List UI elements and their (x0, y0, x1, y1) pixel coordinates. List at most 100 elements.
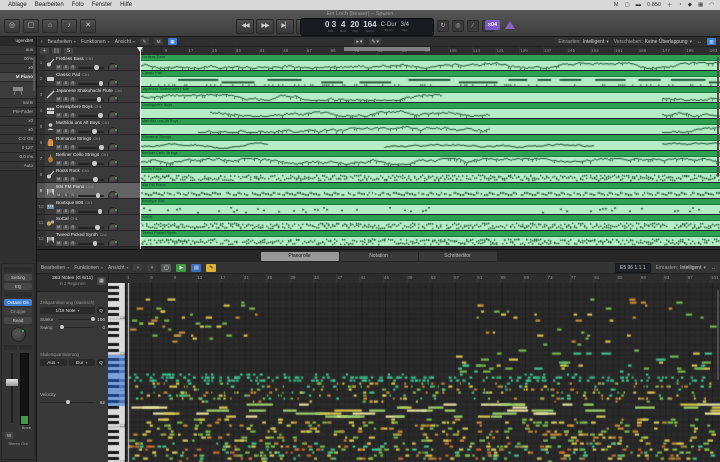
record-enable-button[interactable]: R (70, 81, 76, 86)
midi-region-berliner-cello-strings[interactable]: Berliner Cello Strings (140, 151, 720, 166)
lcd-field-tempo-3[interactable]: 164 Tempo (363, 21, 376, 33)
split-icon[interactable]: × (147, 264, 157, 271)
track-header-socal[interactable]: 11 SoCal Ch1 M S R (37, 215, 140, 231)
io-slots[interactable] (4, 345, 32, 350)
stop-button[interactable]: ▶▏ (276, 19, 294, 34)
channel-input-slot[interactable] (4, 267, 32, 272)
automation-mode-button[interactable]: Read (4, 317, 32, 324)
play-from-selection-icon[interactable]: ▶ (176, 263, 187, 272)
volume-slider[interactable] (78, 193, 104, 198)
menu-bearbeiten[interactable]: Bearbeiten (35, 2, 64, 8)
midi-icon[interactable]: M (154, 38, 164, 45)
track-header-japanese-shakuhachi-flute[interactable]: 3 Japanese Shakuhachi Flute Ch1 M S R (37, 87, 140, 103)
pan-knob[interactable] (107, 174, 118, 182)
solo-button[interactable]: S (63, 225, 69, 230)
arrange-menu-bearbeiten[interactable]: Bearbeiten ▾ (48, 39, 76, 45)
volume-slider[interactable] (78, 113, 104, 118)
status-item-m[interactable]: M (614, 2, 619, 8)
midi-region-fretless-bass[interactable]: Fretless Bass (140, 55, 720, 70)
solo-button[interactable]: S (63, 177, 69, 182)
editor-menu-funktionen[interactable]: Funktionen ▾ (74, 265, 103, 271)
scale-mode-select[interactable]: Aus ▾ (40, 359, 67, 366)
region-param-1[interactable]: 00% (0, 55, 36, 64)
track-param-6[interactable]: 0,0 ms (0, 153, 36, 162)
control-icon-0[interactable]: ◎ (4, 19, 20, 33)
mute-button[interactable]: M (5, 432, 13, 439)
mute-button[interactable]: M (56, 209, 62, 214)
status-item-[interactable]: ◆ (688, 2, 692, 8)
region-lanes[interactable]: Fretless Bass Classic Pad Japanese Shakuha… (140, 55, 720, 249)
record-enable-button[interactable]: R (70, 209, 76, 214)
track-param-0[interactable]: nal B (0, 99, 36, 108)
record-enable-button[interactable]: R (70, 177, 76, 182)
quantize-apply-button[interactable]: Q (97, 307, 105, 314)
snap-select[interactable]: Einrasten: Intelligent ▾ (558, 39, 608, 45)
status-item-[interactable]: ◠ (709, 2, 714, 8)
region-param-0[interactable]: aus (0, 46, 36, 55)
midi-region-80s-fm-piano[interactable]: 80s FM Piano (140, 183, 720, 198)
zoom-toggle-button[interactable]: ▥ (707, 38, 716, 45)
status-item-[interactable]: ◔ (678, 2, 681, 8)
swap-icon[interactable]: ↔ (697, 39, 702, 45)
midi-region-tweed-picked-synth[interactable]: Tweed Picked Synth (140, 231, 720, 246)
record-enable-button[interactable]: R (70, 241, 76, 246)
tab-notation[interactable]: Notation (339, 251, 418, 261)
solo-button[interactable]: S (63, 209, 69, 214)
cycle-icon[interactable]: ↻ (437, 20, 449, 32)
lcd-field-takt-0[interactable]: 0 3 Takt (325, 21, 336, 33)
record-enable-button[interactable]: R (70, 113, 76, 118)
menu-hilfe[interactable]: Hilfe (120, 2, 132, 8)
solo-button[interactable]: S (63, 241, 69, 246)
status-item-[interactable]: ▬ (636, 2, 642, 8)
solo-button[interactable]: S (63, 161, 69, 166)
mute-button[interactable]: M (56, 97, 62, 102)
track-param-1[interactable]: Pre-Fader (0, 108, 36, 117)
menu-foto[interactable]: Foto (72, 2, 84, 8)
metronome-icon[interactable]: ◎ (452, 20, 464, 32)
pan-knob[interactable] (107, 206, 118, 214)
cycle-band[interactable] (344, 47, 431, 51)
duplicate-track-button[interactable]: ▯▯ (52, 48, 61, 54)
midi-region-boutique-808[interactable]: Boutique 808 (140, 199, 720, 214)
track-lane-boutique-808[interactable]: Boutique 808 (140, 199, 720, 215)
record-enable-button[interactable]: R (70, 161, 76, 166)
crosshair-icon[interactable]: + (133, 264, 143, 271)
drag-mode-select[interactable]: Verschieben: Keine Überlappung ▾ (614, 39, 692, 45)
midi-region-mathilda-uns-alt-boys[interactable]: Mathilda uns Alt Boys (140, 119, 720, 134)
mute-button[interactable]: M (56, 129, 62, 134)
keyboard-icon[interactable]: ▦ (97, 277, 106, 285)
arrange-scrollbar[interactable] (717, 57, 719, 177)
pan-knob[interactable] (107, 190, 118, 198)
track-lane-80s-fm-piano[interactable]: 80s FM Piano (140, 183, 720, 199)
pencil-tool-icon[interactable]: ✎ (140, 38, 150, 45)
mute-button[interactable]: M (56, 81, 62, 86)
track-header-mathilda-uns-alt-boys[interactable]: 5 Mathilda uns Alt Boys Ch1 M S R (37, 119, 140, 135)
volume-slider[interactable] (78, 65, 104, 70)
midi-region-socal[interactable]: SoCal (140, 215, 720, 230)
editor-menu-ansicht[interactable]: Ansicht ▾ (108, 265, 128, 271)
volume-slider[interactable] (78, 161, 104, 166)
mute-button[interactable]: M (56, 225, 62, 230)
status-item-[interactable]: ▢ (624, 2, 629, 8)
mute-button[interactable]: M (56, 241, 62, 246)
volume-slider[interactable] (78, 81, 104, 86)
pan-knob[interactable] (10, 327, 26, 342)
track-header-roots-rock[interactable]: 8 Roots Rock Ch1 M S R (37, 167, 140, 183)
record-enable-button[interactable]: R (70, 129, 76, 134)
record-enable-button[interactable]: R (70, 193, 76, 198)
bounce-button[interactable]: Bnce (22, 425, 31, 430)
status-item-[interactable]: ＋ (667, 1, 673, 9)
track-param-7[interactable]: Auto (0, 162, 36, 171)
record-enable-button[interactable]: R (70, 145, 76, 150)
pan-knob[interactable] (107, 238, 118, 246)
mute-button[interactable]: M (56, 65, 62, 70)
pan-knob[interactable] (107, 110, 118, 118)
mute-button[interactable]: M (56, 193, 62, 198)
track-header-classic-pad[interactable]: 2 Classic Pad Ch1 M S R (37, 71, 140, 87)
channel-midi-fx-slot[interactable] (4, 292, 32, 297)
pan-knob[interactable] (107, 158, 118, 166)
control-icon-4[interactable]: ✕ (80, 19, 96, 33)
status-item-[interactable]: ▦ (698, 2, 703, 8)
volume-slider[interactable] (78, 129, 104, 134)
add-track-button[interactable]: ＋ (40, 48, 49, 54)
